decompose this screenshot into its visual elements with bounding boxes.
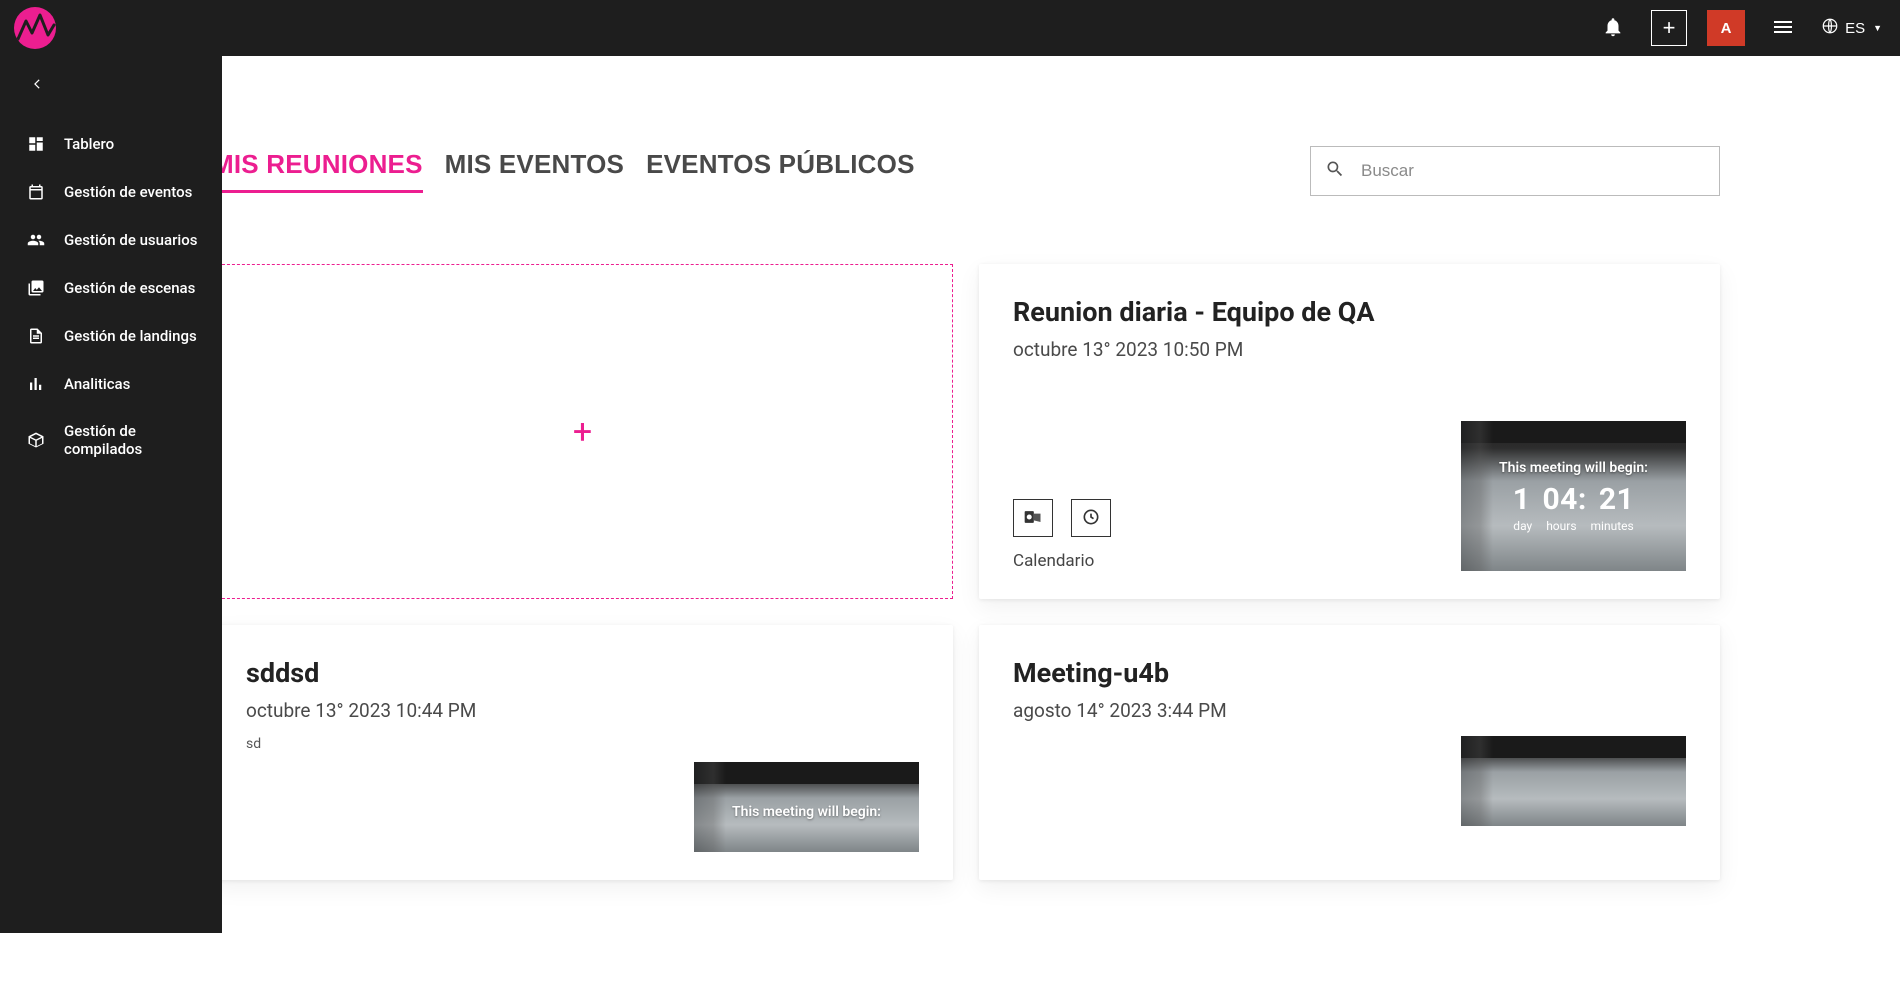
meeting-title: Meeting-u4b (1013, 657, 1686, 689)
meeting-date: octubre 13° 2023 10:50 PM (1013, 338, 1686, 361)
countdown-label: This meeting will begin: (732, 804, 881, 820)
tab-my-meetings[interactable]: MIS REUNIONES (212, 149, 423, 193)
sidebar-item-label: Gestión de compilados (64, 422, 212, 458)
plus-icon: + (1663, 15, 1676, 41)
countdown: 1 04: 21 (1513, 482, 1635, 517)
meeting-desc: sd (246, 736, 919, 752)
nav-list: Tablero Gestión de eventos Gestión de us… (0, 120, 222, 472)
sidebar-item-users[interactable]: Gestión de usuarios (0, 216, 222, 264)
meetings-grid: + Reunion diaria - Equipo de QA octubre … (212, 264, 1840, 880)
calendar-column: Calendario (1013, 499, 1111, 571)
users-icon (26, 230, 46, 250)
calendar-icons (1013, 499, 1111, 537)
language-selector[interactable]: ES ▼ (1821, 17, 1882, 39)
create-button[interactable]: + (1651, 10, 1687, 46)
sidebar-item-landings[interactable]: Gestión de landings (0, 312, 222, 360)
countdown-day: 1 (1513, 482, 1531, 517)
avatar-letter: A (1721, 20, 1732, 37)
meeting-date: agosto 14° 2023 3:44 PM (1013, 699, 1686, 722)
dashboard-icon (26, 134, 46, 154)
countdown-units: day hours minutes (1513, 519, 1633, 533)
google-calendar-button[interactable] (1071, 499, 1111, 537)
chevron-left-icon (30, 77, 44, 94)
sidebar-item-label: Gestión de eventos (64, 183, 192, 201)
bell-icon (1602, 16, 1624, 41)
outlook-icon (1023, 507, 1043, 530)
countdown-hours: 04: (1542, 482, 1586, 517)
sidebar: Tablero Gestión de eventos Gestión de us… (0, 56, 222, 933)
meeting-thumbnail: This meeting will begin: (694, 762, 919, 852)
calendar-icon (26, 182, 46, 202)
sidebar-item-label: Gestión de usuarios (64, 231, 197, 249)
globe-icon (1821, 17, 1839, 39)
sidebar-item-builds[interactable]: Gestión de compilados (0, 408, 222, 472)
meeting-card[interactable]: sddsd octubre 13° 2023 10:44 PM sd This … (212, 625, 953, 880)
meeting-title: Reunion diaria - Equipo de QA (1013, 296, 1686, 328)
collections-icon (26, 278, 46, 298)
meeting-card[interactable]: Meeting-u4b agosto 14° 2023 3:44 PM (979, 625, 1720, 880)
google-icon (1081, 507, 1101, 530)
hamburger-icon (1771, 15, 1795, 42)
page-icon (26, 326, 46, 346)
app-logo[interactable] (14, 7, 56, 49)
card-bottom: This meeting will begin: (246, 762, 919, 852)
hamburger-menu-button[interactable] (1765, 10, 1801, 46)
unit-minutes: minutes (1591, 519, 1634, 533)
card-bottom: Calendario This meeting will begin: 1 04… (1013, 421, 1686, 571)
sidebar-item-label: Analiticas (64, 375, 130, 393)
sidebar-item-events[interactable]: Gestión de eventos (0, 168, 222, 216)
analytics-icon (26, 374, 46, 394)
outlook-calendar-button[interactable] (1013, 499, 1053, 537)
caret-down-icon: ▼ (1873, 23, 1882, 33)
tabs-row: MIS REUNIONES MIS EVENTOS EVENTOS PÚBLIC… (212, 146, 1840, 196)
sidebar-item-label: Tablero (64, 135, 114, 153)
meeting-thumbnail (1461, 736, 1686, 826)
meeting-card[interactable]: Reunion diaria - Equipo de QA octubre 13… (979, 264, 1720, 599)
countdown-label: This meeting will begin: (1499, 460, 1648, 476)
meeting-thumbnail: This meeting will begin: 1 04: 21 day ho… (1461, 421, 1686, 571)
avatar-button[interactable]: A (1707, 10, 1745, 46)
unit-hours: hours (1546, 519, 1576, 533)
sidebar-item-label: Gestión de escenas (64, 279, 195, 297)
search-input[interactable] (1361, 161, 1705, 181)
main: MIS REUNIONES MIS EVENTOS EVENTOS PÚBLIC… (222, 56, 1900, 933)
search-field[interactable] (1310, 146, 1720, 196)
sidebar-item-dashboard[interactable]: Tablero (0, 120, 222, 168)
tabs: MIS REUNIONES MIS EVENTOS EVENTOS PÚBLIC… (212, 149, 915, 193)
calendar-label: Calendario (1013, 551, 1111, 571)
topbar: + A ES ▼ (0, 0, 1900, 56)
card-bottom (1013, 736, 1686, 826)
notifications-button[interactable] (1595, 10, 1631, 46)
cube-icon (26, 430, 46, 450)
language-code: ES (1845, 20, 1865, 37)
sidebar-item-analytics[interactable]: Analiticas (0, 360, 222, 408)
add-meeting-card[interactable]: + (212, 264, 953, 599)
search-icon (1325, 159, 1345, 183)
tab-my-events[interactable]: MIS EVENTOS (445, 149, 624, 193)
topbar-right: + A ES ▼ (1595, 10, 1882, 46)
sidebar-item-scenes[interactable]: Gestión de escenas (0, 264, 222, 312)
unit-day: day (1513, 519, 1532, 533)
content: MIS REUNIONES MIS EVENTOS EVENTOS PÚBLIC… (212, 56, 1900, 920)
tab-public-events[interactable]: EVENTOS PÚBLICOS (646, 149, 915, 193)
sidebar-collapse-button[interactable] (22, 70, 52, 100)
plus-icon: + (573, 415, 592, 449)
meeting-date: octubre 13° 2023 10:44 PM (246, 699, 919, 722)
countdown-minutes: 21 (1599, 482, 1634, 517)
meeting-title: sddsd (246, 657, 919, 689)
sidebar-item-label: Gestión de landings (64, 327, 197, 345)
